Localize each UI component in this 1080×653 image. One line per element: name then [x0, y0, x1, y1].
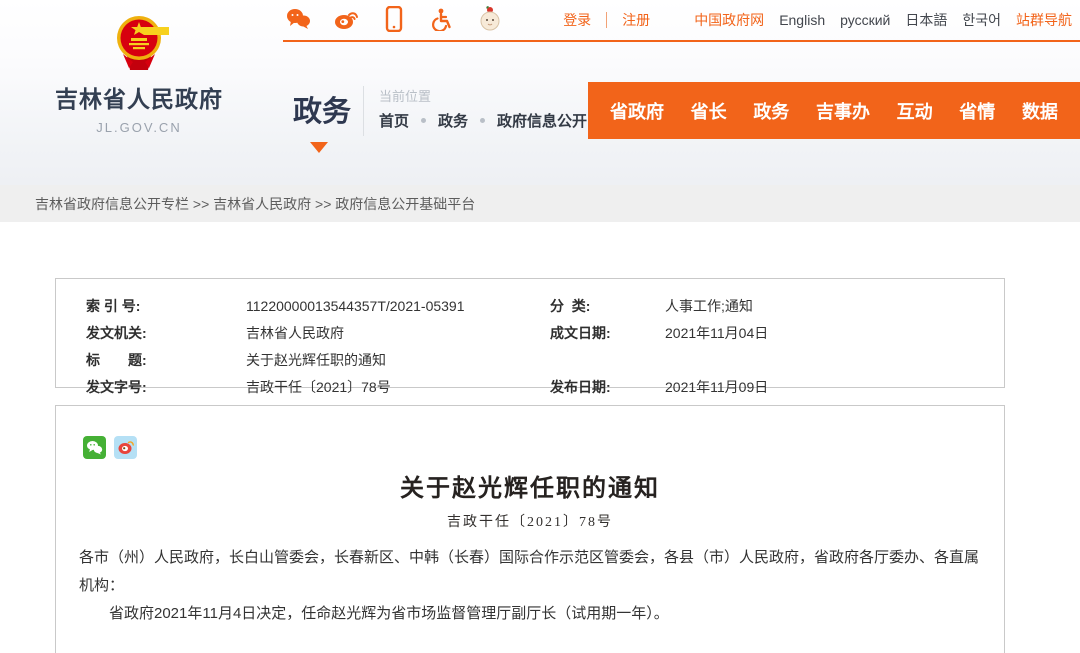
document-title: 关于赵光辉任职的通知: [56, 468, 1004, 503]
breadcrumb-zhengwu[interactable]: 政务: [438, 110, 468, 131]
nav-provincial-gov[interactable]: 省政府: [610, 98, 664, 124]
nav-data[interactable]: 数据: [1022, 98, 1058, 124]
breadcrumb-home[interactable]: 首页: [379, 110, 409, 131]
document-meta-box: 索 引 号: 11220000013544357T/2021-05391 发文机…: [55, 278, 1005, 388]
meta-row-category: 分 类: 人事工作;通知: [550, 292, 974, 319]
platform-breadcrumb: 吉林省政府信息公开专栏 >> 吉林省人民政府 >> 政府信息公开基础平台: [35, 194, 475, 214]
site-header: 登录 注册 中国政府网 English русский 日本語 한국어 站群导航: [0, 0, 1080, 185]
weibo-icon[interactable]: [333, 6, 359, 32]
wechat-share-icon[interactable]: [83, 436, 106, 459]
meta-value: 吉林省人民政府: [246, 323, 344, 343]
section-caret-icon: [310, 142, 328, 153]
nav-zhengwu[interactable]: 政务: [753, 98, 789, 124]
meta-row-written-date: 成文日期: 2021年11月04日: [550, 319, 974, 346]
nav-interaction[interactable]: 互动: [897, 98, 933, 124]
meta-row-doc-number: 发文字号: 吉政干任〔2021〕78号: [86, 373, 510, 400]
login-divider: [606, 12, 607, 28]
gov-cn-link[interactable]: 中国政府网: [694, 10, 764, 30]
platform-breadcrumb-bar: 吉林省政府信息公开专栏 >> 吉林省人民政府 >> 政府信息公开基础平台: [0, 185, 1080, 222]
breadcrumb-dot-icon: [480, 118, 485, 123]
meta-row-publish-date: 发布日期: 2021年11月09日: [550, 373, 974, 400]
lang-korean-link[interactable]: 한국어: [962, 10, 1001, 30]
meta-row-title: 标 题: 关于赵光辉任职的通知: [86, 346, 510, 373]
document-paragraph-appointment: 省政府2021年11月4日决定，任命赵光辉为省市场监督管理厅副厅长（试用期一年）…: [79, 600, 981, 628]
topbar-links: 登录 注册 中国政府网 English русский 日本語 한국어 站群导航: [563, 0, 1072, 40]
meta-value: 吉政干任〔2021〕78号: [246, 377, 391, 397]
document-content-box: 关于赵光辉任职的通知 吉政干任〔2021〕78号 各市（州）人民政府，长白山管委…: [55, 405, 1005, 653]
meta-value: 2021年11月09日: [665, 377, 768, 397]
meta-right-column: 分 类: 人事工作;通知 成文日期: 2021年11月04日 发布日期: 202…: [550, 292, 974, 400]
national-emblem-icon: [109, 12, 169, 74]
share-buttons: [83, 436, 1004, 459]
accessibility-icon[interactable]: [429, 6, 455, 32]
meta-row-empty: [550, 346, 974, 373]
wechat-icon[interactable]: [285, 6, 311, 32]
site-name: 吉林省人民政府: [38, 80, 240, 114]
nav-jishiban[interactable]: 吉事办: [816, 98, 870, 124]
site-group-nav-link[interactable]: 站群导航: [1016, 10, 1072, 30]
topbar-icons: [285, 6, 503, 32]
register-link[interactable]: 注册: [622, 10, 650, 30]
nav-governor[interactable]: 省长: [691, 98, 727, 124]
mascot-icon[interactable]: [477, 6, 503, 32]
meta-label: 发布日期:: [550, 377, 665, 397]
site-domain: JL.GOV.CN: [38, 120, 240, 135]
lang-japanese-link[interactable]: 日本語: [905, 10, 947, 30]
meta-value: 11220000013544357T/2021-05391: [246, 298, 465, 314]
nav-province-info[interactable]: 省情: [959, 98, 995, 124]
meta-row-issuing-agency: 发文机关: 吉林省人民政府: [86, 319, 510, 346]
mobile-icon[interactable]: [381, 6, 407, 32]
location-label: 当前位置: [379, 86, 431, 105]
page: 登录 注册 中国政府网 English русский 日本語 한국어 站群导航: [0, 0, 1080, 653]
breadcrumb-dot-icon: [421, 118, 426, 123]
lang-english-link[interactable]: English: [779, 12, 825, 28]
document-paragraph-salutation: 各市（州）人民政府，长白山管委会，长春新区、中韩（长春）国际合作示范区管委会，各…: [79, 544, 981, 600]
header-accent-line: [283, 40, 1080, 42]
meta-label: 索 引 号:: [86, 296, 246, 316]
document-body: 各市（州）人民政府，长白山管委会，长春新区、中韩（长春）国际合作示范区管委会，各…: [56, 544, 1004, 628]
meta-label: 发文机关:: [86, 323, 246, 343]
meta-label: 成文日期:: [550, 323, 665, 343]
main-nav: 省政府 省长 政务 吉事办 互动 省情 数据: [588, 82, 1080, 139]
header-divider: [363, 86, 364, 136]
meta-row-index-no: 索 引 号: 11220000013544357T/2021-05391: [86, 292, 510, 319]
meta-label: 发文字号:: [86, 377, 246, 397]
weibo-share-icon[interactable]: [114, 436, 137, 459]
login-link[interactable]: 登录: [563, 10, 591, 30]
document-number: 吉政干任〔2021〕78号: [56, 511, 1004, 531]
meta-value: 关于赵光辉任职的通知: [246, 350, 386, 370]
site-logo[interactable]: 吉林省人民政府 JL.GOV.CN: [38, 12, 240, 135]
lang-russian-link[interactable]: русский: [840, 12, 890, 28]
meta-left-column: 索 引 号: 11220000013544357T/2021-05391 发文机…: [86, 292, 510, 400]
meta-value: 人事工作;通知: [665, 296, 753, 316]
meta-value: 2021年11月04日: [665, 323, 768, 343]
section-title: 政务: [293, 88, 351, 130]
breadcrumb-info-disclosure[interactable]: 政府信息公开: [497, 110, 587, 131]
meta-label: 标 题:: [86, 350, 246, 370]
meta-label: 分 类:: [550, 296, 665, 316]
breadcrumb: 首页 政务 政府信息公开: [379, 110, 587, 131]
